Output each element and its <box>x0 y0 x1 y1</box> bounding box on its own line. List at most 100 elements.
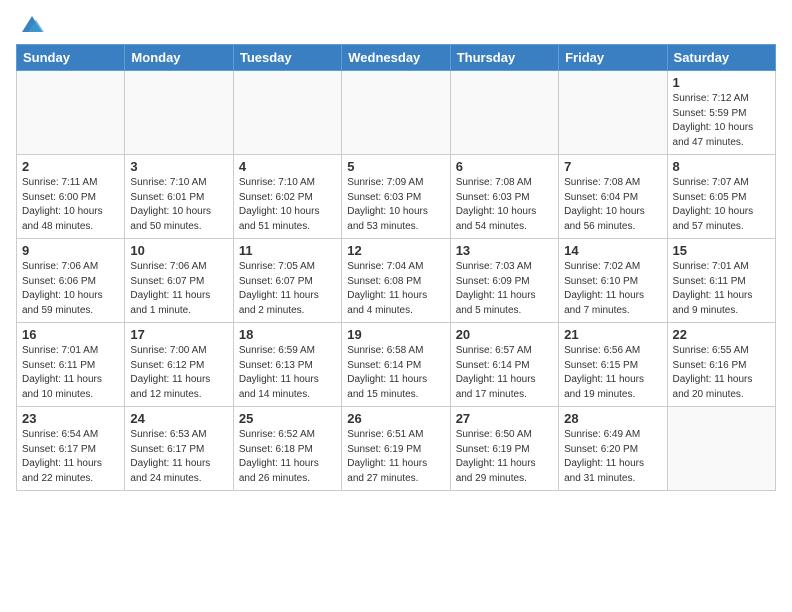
day-number: 8 <box>673 159 770 174</box>
calendar-cell: 15 Sunrise: 7:01 AM Sunset: 6:11 PM Dayli… <box>667 239 775 323</box>
col-header-saturday: Saturday <box>667 45 775 71</box>
logo-icon <box>18 14 46 34</box>
calendar-cell: 4 Sunrise: 7:10 AM Sunset: 6:02 PM Daylig… <box>233 155 341 239</box>
day-info: Sunrise: 7:10 AM Sunset: 6:02 PM Dayligh… <box>239 176 336 234</box>
day-number: 24 <box>130 411 227 426</box>
day-info: Sunrise: 7:08 AM Sunset: 6:04 PM Dayligh… <box>564 176 661 234</box>
calendar-cell <box>233 71 341 155</box>
page-header <box>16 16 776 34</box>
calendar-cell: 16 Sunrise: 7:01 AM Sunset: 6:11 PM Dayli… <box>17 323 125 407</box>
day-number: 13 <box>456 243 553 258</box>
day-info: Sunrise: 6:58 AM Sunset: 6:14 PM Dayligh… <box>347 344 444 402</box>
day-number: 21 <box>564 327 661 342</box>
day-info: Sunrise: 6:59 AM Sunset: 6:13 PM Dayligh… <box>239 344 336 402</box>
day-number: 4 <box>239 159 336 174</box>
col-header-monday: Monday <box>125 45 233 71</box>
day-number: 18 <box>239 327 336 342</box>
calendar-cell: 17 Sunrise: 7:00 AM Sunset: 6:12 PM Dayli… <box>125 323 233 407</box>
day-number: 2 <box>22 159 119 174</box>
calendar-cell: 7 Sunrise: 7:08 AM Sunset: 6:04 PM Daylig… <box>559 155 667 239</box>
day-number: 9 <box>22 243 119 258</box>
col-header-thursday: Thursday <box>450 45 558 71</box>
calendar-header-row: SundayMondayTuesdayWednesdayThursdayFrid… <box>17 45 776 71</box>
day-info: Sunrise: 7:06 AM Sunset: 6:07 PM Dayligh… <box>130 260 227 318</box>
col-header-tuesday: Tuesday <box>233 45 341 71</box>
day-info: Sunrise: 6:55 AM Sunset: 6:16 PM Dayligh… <box>673 344 770 402</box>
day-number: 11 <box>239 243 336 258</box>
day-number: 20 <box>456 327 553 342</box>
day-number: 12 <box>347 243 444 258</box>
day-number: 26 <box>347 411 444 426</box>
day-info: Sunrise: 7:09 AM Sunset: 6:03 PM Dayligh… <box>347 176 444 234</box>
day-info: Sunrise: 6:56 AM Sunset: 6:15 PM Dayligh… <box>564 344 661 402</box>
day-info: Sunrise: 7:01 AM Sunset: 6:11 PM Dayligh… <box>22 344 119 402</box>
calendar-cell: 8 Sunrise: 7:07 AM Sunset: 6:05 PM Daylig… <box>667 155 775 239</box>
day-number: 5 <box>347 159 444 174</box>
day-info: Sunrise: 7:10 AM Sunset: 6:01 PM Dayligh… <box>130 176 227 234</box>
calendar-cell: 12 Sunrise: 7:04 AM Sunset: 6:08 PM Dayli… <box>342 239 450 323</box>
day-number: 27 <box>456 411 553 426</box>
col-header-sunday: Sunday <box>17 45 125 71</box>
day-info: Sunrise: 7:08 AM Sunset: 6:03 PM Dayligh… <box>456 176 553 234</box>
calendar-cell: 24 Sunrise: 6:53 AM Sunset: 6:17 PM Dayli… <box>125 407 233 491</box>
day-info: Sunrise: 7:06 AM Sunset: 6:06 PM Dayligh… <box>22 260 119 318</box>
calendar-cell: 11 Sunrise: 7:05 AM Sunset: 6:07 PM Dayli… <box>233 239 341 323</box>
day-number: 23 <box>22 411 119 426</box>
calendar-cell: 2Sunrise: 7:11 AM Sunset: 6:00 PM Daylig… <box>17 155 125 239</box>
calendar-cell: 20 Sunrise: 6:57 AM Sunset: 6:14 PM Dayli… <box>450 323 558 407</box>
day-info: Sunrise: 6:52 AM Sunset: 6:18 PM Dayligh… <box>239 428 336 486</box>
day-info: Sunrise: 7:01 AM Sunset: 6:11 PM Dayligh… <box>673 260 770 318</box>
day-info: Sunrise: 7:02 AM Sunset: 6:10 PM Dayligh… <box>564 260 661 318</box>
day-info: Sunrise: 7:00 AM Sunset: 6:12 PM Dayligh… <box>130 344 227 402</box>
day-number: 15 <box>673 243 770 258</box>
day-number: 16 <box>22 327 119 342</box>
day-number: 10 <box>130 243 227 258</box>
day-info: Sunrise: 6:54 AM Sunset: 6:17 PM Dayligh… <box>22 428 119 486</box>
day-info: Sunrise: 7:12 AM Sunset: 5:59 PM Dayligh… <box>673 92 770 150</box>
calendar-cell: 3 Sunrise: 7:10 AM Sunset: 6:01 PM Daylig… <box>125 155 233 239</box>
calendar-cell: 18 Sunrise: 6:59 AM Sunset: 6:13 PM Dayli… <box>233 323 341 407</box>
calendar-cell: 5 Sunrise: 7:09 AM Sunset: 6:03 PM Daylig… <box>342 155 450 239</box>
calendar-cell: 1 Sunrise: 7:12 AM Sunset: 5:59 PM Daylig… <box>667 71 775 155</box>
calendar-cell: 25 Sunrise: 6:52 AM Sunset: 6:18 PM Dayli… <box>233 407 341 491</box>
calendar-week-1: 1 Sunrise: 7:12 AM Sunset: 5:59 PM Daylig… <box>17 71 776 155</box>
day-number: 14 <box>564 243 661 258</box>
day-info: Sunrise: 6:50 AM Sunset: 6:19 PM Dayligh… <box>456 428 553 486</box>
day-number: 19 <box>347 327 444 342</box>
calendar-week-5: 23 Sunrise: 6:54 AM Sunset: 6:17 PM Dayli… <box>17 407 776 491</box>
logo <box>16 16 46 34</box>
day-number: 25 <box>239 411 336 426</box>
calendar-cell <box>342 71 450 155</box>
day-info: Sunrise: 7:07 AM Sunset: 6:05 PM Dayligh… <box>673 176 770 234</box>
day-number: 7 <box>564 159 661 174</box>
day-info: Sunrise: 7:03 AM Sunset: 6:09 PM Dayligh… <box>456 260 553 318</box>
calendar-week-2: 2Sunrise: 7:11 AM Sunset: 6:00 PM Daylig… <box>17 155 776 239</box>
calendar-cell <box>450 71 558 155</box>
day-number: 17 <box>130 327 227 342</box>
calendar-cell: 13 Sunrise: 7:03 AM Sunset: 6:09 PM Dayli… <box>450 239 558 323</box>
day-info: Sunrise: 6:51 AM Sunset: 6:19 PM Dayligh… <box>347 428 444 486</box>
day-info: Sunrise: 7:05 AM Sunset: 6:07 PM Dayligh… <box>239 260 336 318</box>
calendar-cell: 28Sunrise: 6:49 AM Sunset: 6:20 PM Dayli… <box>559 407 667 491</box>
calendar-cell <box>667 407 775 491</box>
day-number: 1 <box>673 75 770 90</box>
calendar: SundayMondayTuesdayWednesdayThursdayFrid… <box>16 44 776 491</box>
day-number: 6 <box>456 159 553 174</box>
day-number: 3 <box>130 159 227 174</box>
day-info: Sunrise: 7:04 AM Sunset: 6:08 PM Dayligh… <box>347 260 444 318</box>
calendar-cell: 19 Sunrise: 6:58 AM Sunset: 6:14 PM Dayli… <box>342 323 450 407</box>
calendar-cell <box>17 71 125 155</box>
calendar-cell: 26 Sunrise: 6:51 AM Sunset: 6:19 PM Dayli… <box>342 407 450 491</box>
day-info: Sunrise: 6:57 AM Sunset: 6:14 PM Dayligh… <box>456 344 553 402</box>
calendar-week-4: 16 Sunrise: 7:01 AM Sunset: 6:11 PM Dayli… <box>17 323 776 407</box>
calendar-cell: 14 Sunrise: 7:02 AM Sunset: 6:10 PM Dayli… <box>559 239 667 323</box>
calendar-cell: 22 Sunrise: 6:55 AM Sunset: 6:16 PM Dayli… <box>667 323 775 407</box>
calendar-cell: 23 Sunrise: 6:54 AM Sunset: 6:17 PM Dayli… <box>17 407 125 491</box>
calendar-cell <box>559 71 667 155</box>
day-number: 22 <box>673 327 770 342</box>
col-header-wednesday: Wednesday <box>342 45 450 71</box>
col-header-friday: Friday <box>559 45 667 71</box>
day-info: Sunrise: 6:49 AM Sunset: 6:20 PM Dayligh… <box>564 428 661 486</box>
day-info: Sunrise: 6:53 AM Sunset: 6:17 PM Dayligh… <box>130 428 227 486</box>
calendar-cell: 9 Sunrise: 7:06 AM Sunset: 6:06 PM Daylig… <box>17 239 125 323</box>
